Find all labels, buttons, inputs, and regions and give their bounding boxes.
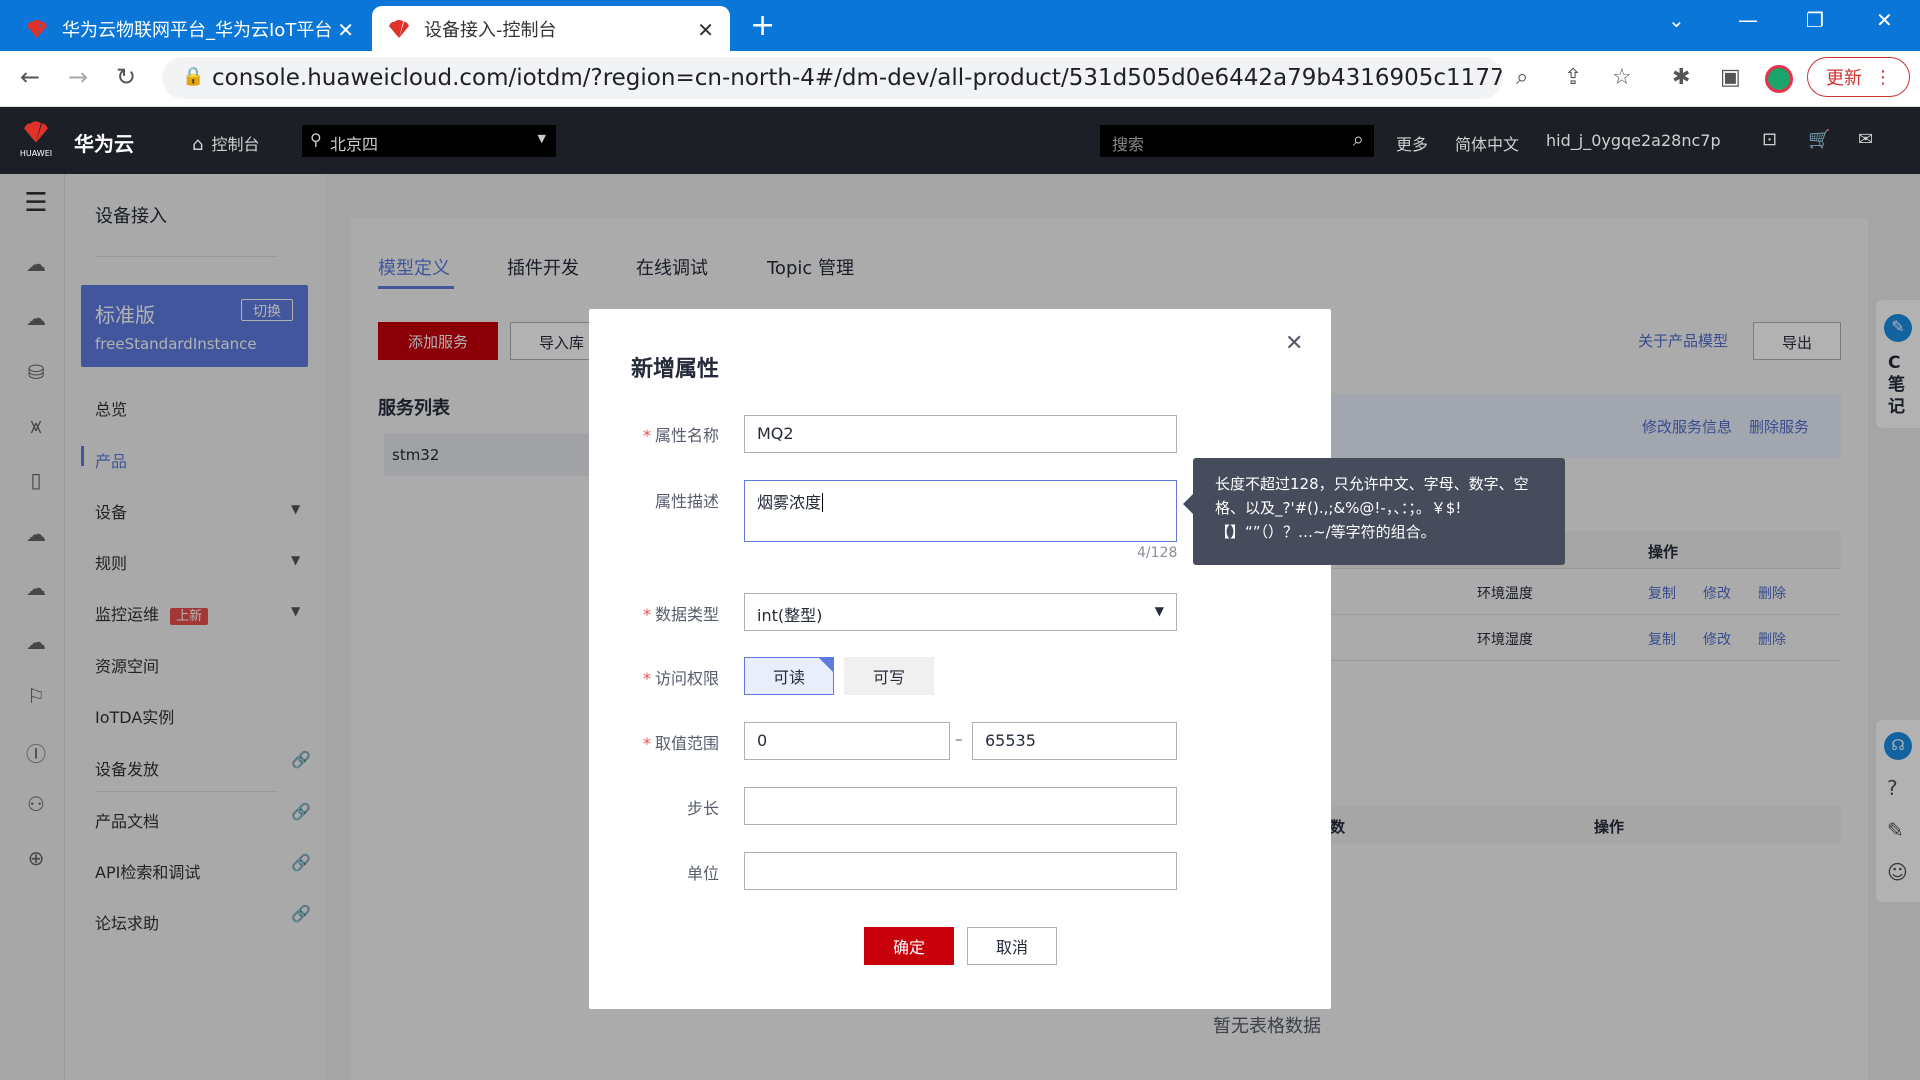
forward-icon[interactable]: → [68,63,88,91]
tab-search-icon[interactable]: ⌄ [1668,8,1685,32]
more-menu[interactable]: 更多 [1396,131,1428,155]
terminal-icon[interactable]: ⊡ [1762,129,1777,150]
browser-tab-title: 华为云物联网平台_华为云IoT平台 [62,19,332,41]
add-property-dialog: 新增属性 ✕ * 属性名称 MQ2 属性描述 烟雾浓度 4/128 * 数据类型 i… [589,309,1331,1009]
field-label: * 访问权限 [642,669,719,688]
browser-tab-title: 设备接入-控制台 [424,19,557,41]
field-label: 属性描述 [654,492,719,511]
browser-tab-active[interactable]: 设备接入-控制台 ✕ [372,6,730,51]
huawei-logo[interactable]: HUAWEI [18,119,54,159]
back-icon[interactable]: ← [20,63,40,91]
range-min-input[interactable]: 0 [744,722,950,760]
checked-corner-icon [819,658,833,672]
range-max-input[interactable]: 65535 [972,722,1177,760]
cloud-top-nav: HUAWEI 华为云 ⌂ 控制台 ⚲ 北京四 ▼ 搜索 ⌕ 更多 简体中文 hid… [0,107,1920,174]
zoom-icon[interactable]: ⌕ [1516,65,1528,90]
lock-icon: 🔒 [182,66,205,87]
step-input[interactable] [744,787,1177,825]
cancel-button[interactable]: 取消 [967,927,1057,965]
validation-tooltip: 长度不超过128，只允许中文、字母、数字、空格、以及_?'#().,;&%@!-… [1183,458,1565,565]
field-label: * 数据类型 [642,605,719,624]
region-select[interactable]: ⚲ 北京四 ▼ [302,125,556,157]
field-label: * 取值范围 [642,734,719,753]
property-name-input[interactable]: MQ2 [744,415,1177,453]
region-label: 北京四 [330,135,379,154]
data-type-value: int(整型) [757,606,823,625]
access-read-option[interactable]: 可读 [744,657,834,695]
address-bar: ← → ↻ 🔒 console.huaweicloud.com/iotdm/?r… [0,51,1920,107]
bookmark-star-icon[interactable]: ☆ [1612,65,1632,90]
new-tab-button[interactable]: + [750,8,775,43]
data-type-select[interactable]: int(整型) ▼ [744,593,1177,631]
huawei-logo-icon [27,19,47,38]
location-pin-icon: ⚲ [310,130,322,149]
field-label: 单位 [686,864,719,883]
close-window-icon[interactable]: ✕ [1876,8,1893,32]
chevron-down-icon: ▼ [1154,604,1164,618]
access-write-option[interactable]: 可写 [844,657,934,695]
sidepanel-icon[interactable]: ▣ [1720,65,1741,90]
close-icon[interactable]: ✕ [1285,331,1303,356]
browser-tab[interactable]: 华为云物联网平台_华为云IoT平台 ✕ [10,6,370,51]
huawei-logo-icon [389,19,409,38]
access-read-label: 可读 [772,668,805,687]
mail-icon[interactable]: ✉ [1858,129,1873,150]
profile-avatar[interactable] [1765,65,1793,93]
minimize-icon[interactable]: — [1738,8,1758,32]
browser-tab-bar: 华为云物联网平台_华为云IoT平台 ✕ 设备接入-控制台 ✕ + ⌄ — ❐ ✕ [0,0,1920,51]
reload-icon[interactable]: ↻ [116,63,136,91]
field-label: * 属性名称 [642,426,719,445]
share-icon[interactable]: ⇪ [1564,65,1582,90]
home-icon: ⌂ [192,134,204,155]
extensions-icon[interactable]: ✱ [1672,65,1690,90]
user-menu[interactable]: hid_j_0ygqe2a28nc7p [1546,131,1721,150]
close-tab-icon[interactable]: ✕ [337,18,354,42]
search-input[interactable]: 搜索 ⌕ [1100,125,1374,157]
console-link[interactable]: ⌂ 控制台 [192,131,259,155]
language-select[interactable]: 简体中文 [1455,131,1519,155]
chevron-down-icon: ▼ [537,132,546,145]
url-text: console.huaweicloud.com/iotdm/?region=cn… [212,65,1503,91]
field-label: 步长 [686,799,719,818]
menu-dots-icon: ⋮ [1874,66,1892,88]
close-tab-icon[interactable]: ✕ [697,18,714,42]
search-icon[interactable]: ⌕ [1353,127,1364,151]
update-label: 更新 [1826,68,1862,89]
huawei-logo-icon [24,121,48,143]
search-placeholder: 搜索 [1112,135,1145,154]
url-field[interactable]: 🔒 console.huaweicloud.com/iotdm/?region=… [162,57,1503,99]
logo-text: HUAWEI [19,149,53,158]
update-button[interactable]: 更新 ⋮ [1807,57,1910,97]
cart-icon[interactable]: 🛒 [1808,129,1830,150]
char-counter: 4/128 [1137,545,1178,561]
brand-name[interactable]: 华为云 [74,128,134,157]
restore-icon[interactable]: ❐ [1806,8,1824,32]
unit-input[interactable] [744,852,1177,890]
range-separator: – [955,730,963,748]
description-text: 烟雾浓度 [757,493,822,512]
dialog-title: 新增属性 [631,357,720,382]
confirm-button[interactable]: 确定 [864,927,954,965]
property-description-input[interactable]: 烟雾浓度 [744,480,1177,542]
console-label: 控制台 [211,135,260,154]
